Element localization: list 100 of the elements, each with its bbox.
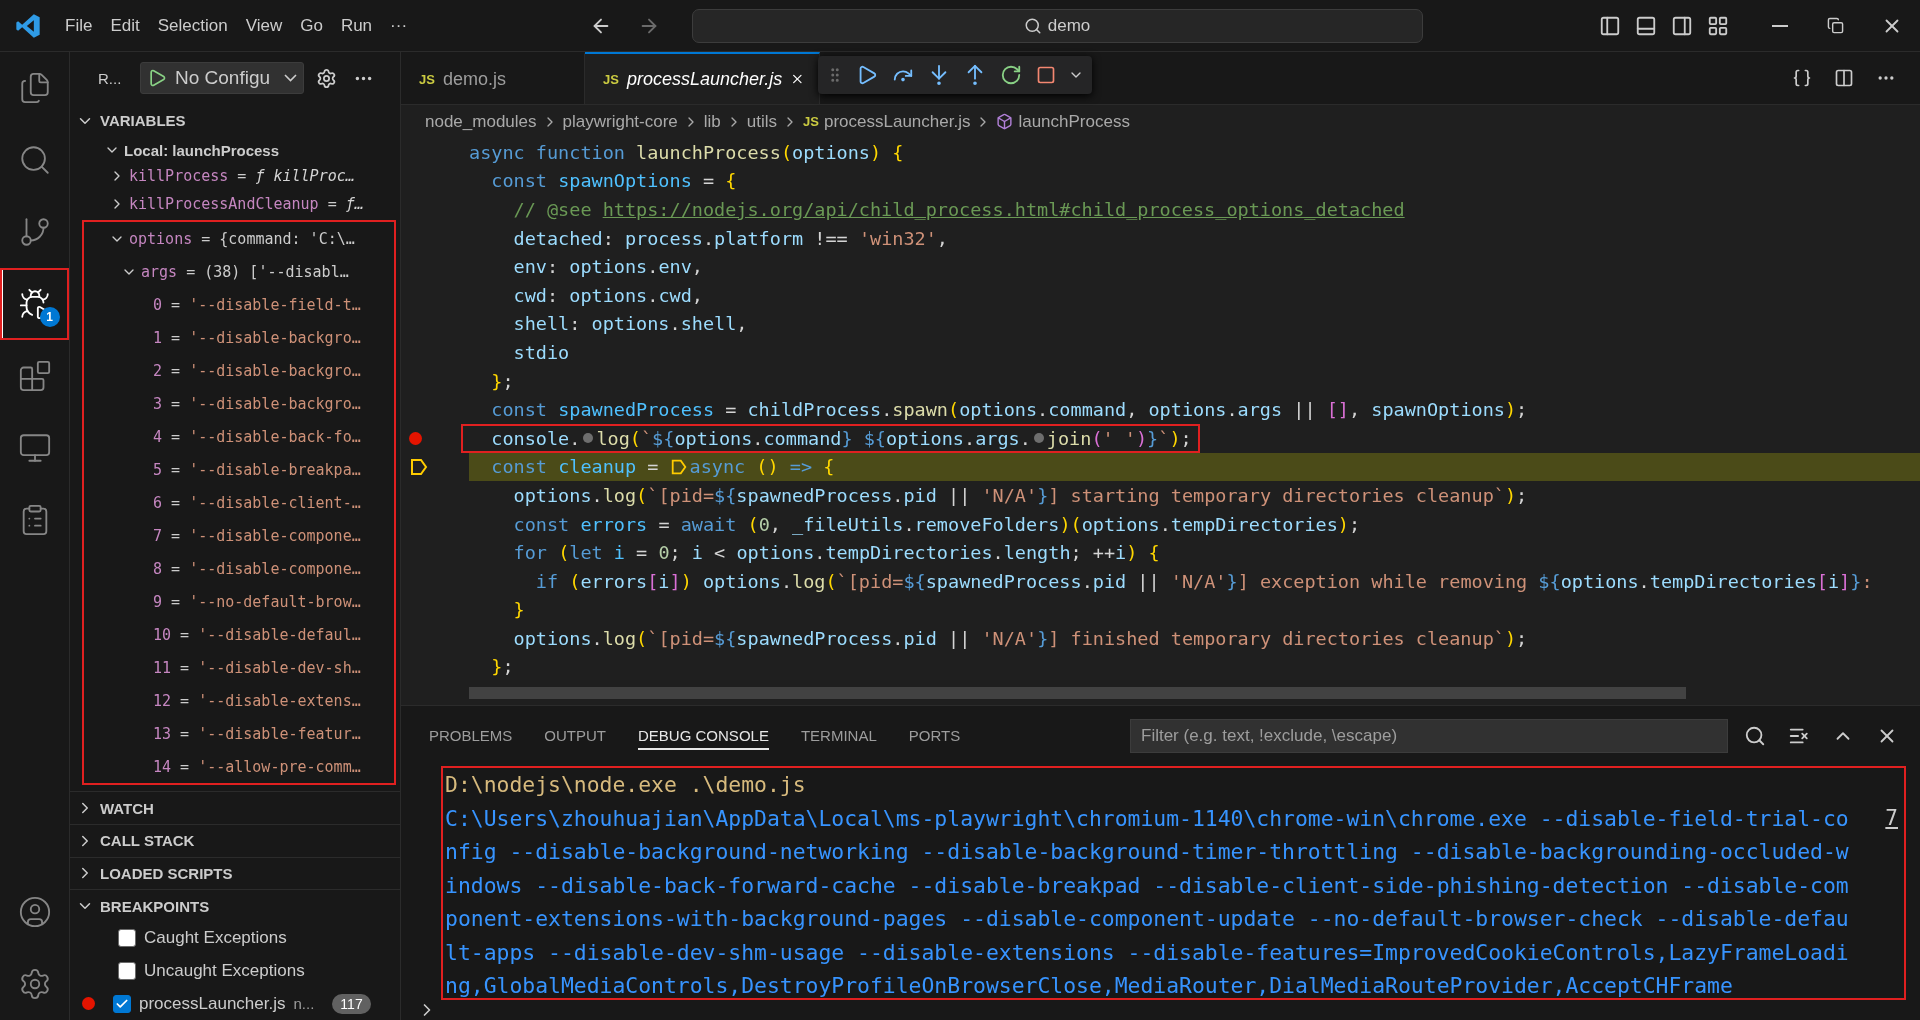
variable-text[interactable]: 1 = '--disable-backgro… [153, 328, 361, 347]
console-line: ponent-extensions-with-background-pages --disable-component-update --no-default-browser-check --disable-defau [445, 906, 1849, 932]
play-icon [147, 68, 167, 89]
editor-tab[interactable]: JS processLauncher.js [585, 52, 820, 104]
menu-item[interactable]: File [56, 9, 102, 42]
menu-item[interactable]: Selection [148, 9, 237, 42]
checkbox[interactable] [118, 962, 136, 980]
code-line: async () => { [689, 456, 835, 478]
menu-item[interactable]: Run [331, 9, 382, 42]
section-header[interactable]: BREAKPOINTS [70, 889, 400, 922]
restore-icon [1827, 17, 1845, 34]
file-type-icon: JS [419, 71, 435, 87]
breakpoint-icon[interactable] [409, 431, 422, 445]
code-line: log(`${options.command} ${options.args. [596, 427, 1031, 449]
variable-text[interactable]: 10 = '--disable-defaul… [153, 625, 361, 644]
console-line: C:\Users\zhouhuajian\AppData\Local\ms-playwright\chromium-1140\chrome-win\chrome.exe --disable-field-trial-co [445, 805, 1849, 831]
launch-config-dropdown[interactable]: No Configu [140, 62, 304, 95]
variable-text[interactable]: 8 = '--disable-compone… [153, 559, 361, 578]
breadcrumb-item[interactable]: node_modules [425, 111, 537, 132]
minimize-icon [1772, 24, 1788, 27]
breakpoint-icon [82, 997, 95, 1011]
chevron-down-icon [284, 74, 297, 83]
breadcrumb-item[interactable]: processLauncher.js [823, 111, 971, 132]
command-center-search[interactable]: demo [691, 8, 1423, 43]
checkbox[interactable] [118, 929, 136, 948]
code-line: for (let i = 0; i < options.tempDirectories.length; ++i) { [512, 542, 1160, 564]
breakpoint-path: n... [293, 995, 315, 1013]
breadcrumb-item[interactable]: playwright-core [562, 111, 678, 132]
breakpoint-label: processLauncher.js [139, 993, 286, 1014]
variable-text[interactable]: killProcess = ƒ killProc… [129, 166, 355, 185]
breadcrumb-item[interactable]: lib [703, 111, 721, 132]
panel-tab[interactable]: OUTPUT [544, 721, 607, 751]
code-line: options.log(`[pid=${spawnedProcess.pid || 'N/A'}] starting temporary directories cleanup`); [512, 484, 1528, 506]
variable-text[interactable]: 12 = '--disable-extens… [153, 691, 361, 710]
menu-item[interactable]: ··· [381, 9, 417, 42]
variable-text[interactable]: 4 = '--disable-back-fo… [153, 427, 361, 446]
variable-text[interactable]: 14 = '--allow-pre-comm… [153, 757, 361, 776]
panel-tab[interactable]: TERMINAL [800, 721, 877, 751]
code-line: }; [490, 656, 514, 678]
search-text: demo [1047, 15, 1091, 36]
console-line: lt-apps --disable-dev-shm-usage --disable-extensions --disable-features=ImprovedCookieControls,LazyFrameLoadi [445, 939, 1849, 965]
menu-item[interactable]: Go [291, 9, 332, 42]
code-line: cwd: options.cwd, [512, 284, 703, 306]
variable-text[interactable]: args = (38) ['--disabl… [141, 262, 349, 281]
console-line: D:\nodejs\node.exe .\demo.js [445, 772, 806, 798]
code-line: console. [490, 427, 581, 449]
section-header[interactable]: VARIABLES [70, 104, 400, 138]
variable-text[interactable]: 0 = '--disable-field-t… [153, 295, 361, 314]
code-line: env: options.env, [512, 256, 703, 278]
count-badge: 1 [39, 307, 60, 327]
panel-tab[interactable]: DEBUG CONSOLE [638, 721, 769, 751]
file-type-icon: JS [803, 114, 819, 129]
code-line: // @see https://nodejs.org/api/child_process.html#child_process_options_detached [512, 199, 1405, 220]
checkbox[interactable] [113, 994, 131, 1013]
variable-text[interactable]: killProcessAndCleanup = ƒ… [129, 194, 364, 213]
code-line: detached: process.platform !== 'win32', [512, 227, 948, 249]
breadcrumb-item[interactable]: launchProcess [1018, 111, 1130, 132]
variable-text[interactable]: 9 = '--no-default-brow… [153, 592, 361, 611]
panel-tab[interactable]: PORTS [908, 721, 961, 751]
code-line: const errors = await (0, _fileUtils.removeFolders)(options.tempDirectories); [512, 513, 1361, 535]
scope-label[interactable]: Local: launchProcess [124, 142, 280, 159]
section-header[interactable]: WATCH [70, 791, 400, 824]
line-number-badge: 117 [332, 993, 371, 1014]
source-link[interactable]: 7 [1885, 806, 1898, 831]
variable-text[interactable]: 11 = '--disable-dev-sh… [153, 658, 361, 677]
inline-breakpoint-icon[interactable] [583, 433, 594, 444]
code-line: const spawnOptions = { [490, 170, 737, 192]
code-line: join(' ')}`); [1046, 427, 1192, 449]
variable-text[interactable]: 2 = '--disable-backgro… [153, 361, 361, 380]
menu-item[interactable]: View [236, 9, 292, 42]
console-line: ng,GlobalMediaControls,DestroyProfileOnBrowserClose,MediaRouter,DialMediaRouteProvider,AcceptCHFrame [445, 973, 1733, 998]
code-line: }; [490, 370, 514, 392]
breakpoint-label: Caught Exceptions [144, 928, 287, 949]
inline-breakpoint-icon[interactable] [1033, 433, 1044, 444]
code-line: shell: options.shell, [512, 313, 748, 335]
variable-text[interactable]: 6 = '--disable-client-… [153, 493, 361, 512]
filter-field[interactable]: Filter (e.g. text, !exclude, \escape) [1130, 718, 1728, 753]
section-header[interactable]: CALL STACK [70, 823, 400, 857]
panel-tab[interactable]: PROBLEMS [429, 721, 513, 751]
variable-text[interactable]: 7 = '--disable-compone… [153, 526, 361, 545]
file-type-icon: JS [603, 71, 619, 87]
code-line: stdio [512, 341, 570, 363]
breadcrumb-item[interactable]: utils [746, 111, 778, 132]
code-line: } [512, 599, 525, 621]
console-line: nfig --disable-background-networking --disable-background-timer-throttling --disable-backgrounding-occluded-w [445, 839, 1849, 865]
code-line: async function launchProcess(options) { [469, 141, 904, 163]
variable-text[interactable]: 13 = '--disable-featur… [153, 724, 361, 743]
search-icon [1023, 16, 1042, 35]
breakpoint-label: Uncaught Exceptions [144, 961, 305, 981]
section-header[interactable]: LOADED SCRIPTS [70, 856, 400, 890]
code-line: const spawnedProcess = childProcess.spawn(options.command, options.args || [], spawnOptions); [490, 399, 1528, 421]
code-line: if (errors[i]) options.log(`[pid=${spawnedProcess.pid || 'N/A'}] exception while removing ${options.tempDirectories[i]}: [534, 570, 1873, 592]
variable-text[interactable]: 5 = '--disable-breakpa… [153, 460, 361, 479]
scrollbar[interactable] [469, 687, 1686, 699]
sidebar-title: R... [98, 69, 123, 87]
code-line: options.log(`[pid=${spawnedProcess.pid || 'N/A'}] finished temporary directories cleanup`); [512, 627, 1528, 649]
variable-text[interactable]: 3 = '--disable-backgro… [153, 394, 361, 413]
stack-frame-icon [669, 457, 688, 476]
variable-text[interactable]: options = {command: 'C:\… [129, 229, 355, 248]
menu-item[interactable]: Edit [101, 9, 149, 42]
